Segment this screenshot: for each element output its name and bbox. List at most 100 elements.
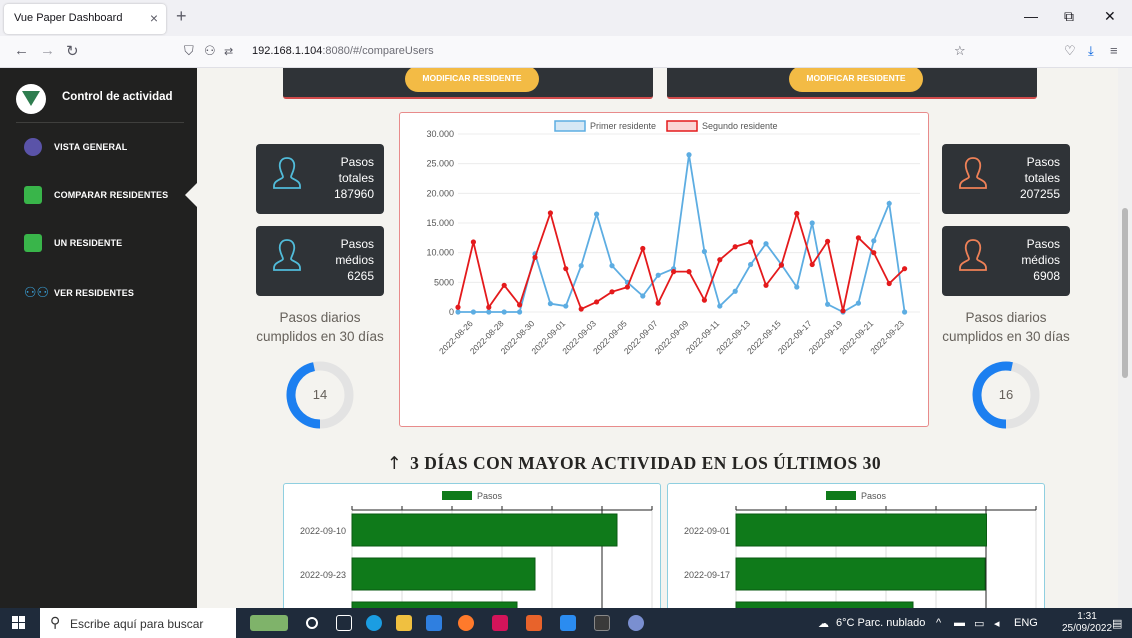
reload-icon[interactable]: ↻ xyxy=(66,42,79,60)
lock-icon: ⚇ xyxy=(204,43,216,58)
restore-icon[interactable]: ⧉ xyxy=(1064,8,1074,25)
store-icon[interactable] xyxy=(426,615,442,631)
data-point xyxy=(624,284,630,290)
y-tick-label: 15.000 xyxy=(426,218,454,228)
sidebar-item-label: COMPARAR RESIDENTES xyxy=(54,190,169,200)
total-steps-card-right: Pasos totales 207255 xyxy=(942,144,1070,214)
tray-overflow-icon[interactable]: ^ xyxy=(936,617,941,629)
tab-title: Vue Paper Dashboard xyxy=(14,12,123,24)
sidebar-item-un-residente[interactable]: UN RESIDENTE xyxy=(0,226,197,260)
volume-icon[interactable]: ◂ xyxy=(994,617,1000,630)
news-widget-icon[interactable] xyxy=(250,615,288,631)
browser-tab[interactable]: Vue Paper Dashboard × xyxy=(4,4,166,34)
tab-close-icon[interactable]: × xyxy=(150,10,158,26)
jetbrains-icon[interactable] xyxy=(492,615,508,631)
stat-label: Pasos xyxy=(340,155,374,169)
active-indicator xyxy=(185,183,197,207)
file-explorer-icon[interactable] xyxy=(396,615,412,631)
data-point xyxy=(809,261,815,268)
cortana-icon[interactable] xyxy=(306,617,318,629)
data-point xyxy=(640,245,646,252)
battery-icon[interactable]: ▭ xyxy=(974,617,984,630)
vscode-icon[interactable] xyxy=(560,615,576,631)
firefox-icon[interactable] xyxy=(458,615,474,631)
weather-icon[interactable]: ☁ xyxy=(818,617,829,630)
url-text[interactable]: 192.168.1.104:8080/#/compareUsers xyxy=(252,45,434,57)
sidebar-item-comparar-residentes[interactable]: COMPARAR RESIDENTES xyxy=(0,178,197,212)
data-point xyxy=(748,261,754,268)
back-icon[interactable]: ← xyxy=(14,42,29,59)
category-label: 2022-09-17 xyxy=(684,570,730,580)
windows-start-icon[interactable] xyxy=(12,616,26,630)
menu-icon[interactable]: ≡ xyxy=(1110,43,1118,58)
modify-resident-button-right[interactable]: MODIFICAR RESIDENTE xyxy=(789,68,923,92)
sidebar-item-ver-residentes[interactable]: ⚇⚇ VER RESIDENTES xyxy=(0,276,197,310)
url-bar[interactable]: ⛉ ⚇ ⇄ 192.168.1.104:8080/#/compareUsers … xyxy=(178,39,988,65)
data-point xyxy=(547,210,553,216)
new-tab-icon[interactable]: + xyxy=(176,6,187,27)
weather-text[interactable]: 6°C Parc. nublado xyxy=(836,617,925,629)
legend-label: Pasos xyxy=(477,491,503,501)
category-label: 2022-09-23 xyxy=(300,570,346,580)
windows-taskbar: ⚲ Escribe aquí para buscar ☁ 6°C Parc. n… xyxy=(0,608,1132,638)
data-point xyxy=(794,284,800,290)
notifications-icon[interactable]: ▤ xyxy=(1112,617,1122,630)
xampp-icon[interactable] xyxy=(526,615,542,631)
bar xyxy=(735,557,986,591)
terminal-icon[interactable] xyxy=(594,615,610,631)
gauge-title-line: Pasos diarios xyxy=(279,310,361,325)
data-point xyxy=(763,241,769,247)
data-point xyxy=(517,302,523,308)
close-window-icon[interactable]: ✕ xyxy=(1104,8,1116,25)
search-icon: ⚲ xyxy=(50,614,61,630)
shield-icon: ⛉ xyxy=(184,43,194,58)
scrollbar-thumb[interactable] xyxy=(1122,208,1128,378)
data-point xyxy=(732,288,738,294)
task-view-icon[interactable] xyxy=(336,615,352,631)
data-point xyxy=(748,239,754,245)
taskbar-search[interactable]: ⚲ Escribe aquí para buscar xyxy=(40,608,236,638)
total-steps-value: 207255 xyxy=(1019,187,1060,201)
series-line xyxy=(457,209,906,312)
legend-label: Pasos xyxy=(861,491,887,501)
page-scrollbar[interactable] xyxy=(1118,68,1132,608)
data-point xyxy=(486,309,492,315)
stat-label: médios xyxy=(1021,253,1060,267)
network-icon[interactable]: ▬ xyxy=(954,617,965,629)
data-point xyxy=(778,262,784,268)
stat-label: Pasos xyxy=(1026,155,1060,169)
language-indicator[interactable]: ENG xyxy=(1014,617,1038,629)
bar xyxy=(735,513,987,547)
data-point xyxy=(871,250,877,256)
legend-swatch xyxy=(666,120,698,132)
sidebar-divider xyxy=(16,122,184,123)
minimize-icon[interactable]: — xyxy=(1024,8,1038,24)
forward-icon[interactable]: → xyxy=(40,42,55,59)
sidebar: Control de actividad VISTA GENERAL COMPA… xyxy=(0,68,197,608)
x-tick-label: 2022-09-23 xyxy=(868,318,906,356)
data-point xyxy=(578,263,584,269)
modify-resident-button-left[interactable]: MODIFICAR RESIDENTE xyxy=(405,68,539,92)
taskbar-clock[interactable]: 1:31 25/09/2022 xyxy=(1062,611,1112,635)
user-icon xyxy=(959,157,987,189)
main-content: MODIFICAR RESIDENTE MODIFICAR RESIDENTE … xyxy=(197,68,1118,608)
brand-title[interactable]: Control de actividad xyxy=(62,91,173,103)
teams-icon[interactable] xyxy=(628,615,644,631)
edge-icon[interactable] xyxy=(366,615,382,631)
legend-label: Segundo residente xyxy=(702,121,778,131)
bookmark-star-icon[interactable]: ☆ xyxy=(954,43,966,59)
data-point xyxy=(871,238,877,244)
resident-card-right: MODIFICAR RESIDENTE xyxy=(667,68,1037,99)
data-point xyxy=(547,301,553,307)
resident-card-left: MODIFICAR RESIDENTE xyxy=(283,68,653,99)
overview-icon xyxy=(24,138,42,156)
top-days-bar-chart-left: Pasos 2022-09-10 2022-09-23 xyxy=(300,491,653,608)
data-point xyxy=(578,306,584,312)
pocket-icon[interactable]: ♡ xyxy=(1064,43,1076,59)
data-point xyxy=(563,303,569,309)
data-point xyxy=(470,239,476,245)
download-icon[interactable]: ⤓ xyxy=(1088,43,1094,59)
sidebar-item-vista-general[interactable]: VISTA GENERAL xyxy=(0,130,197,164)
data-point xyxy=(517,309,523,315)
data-point xyxy=(902,309,908,315)
